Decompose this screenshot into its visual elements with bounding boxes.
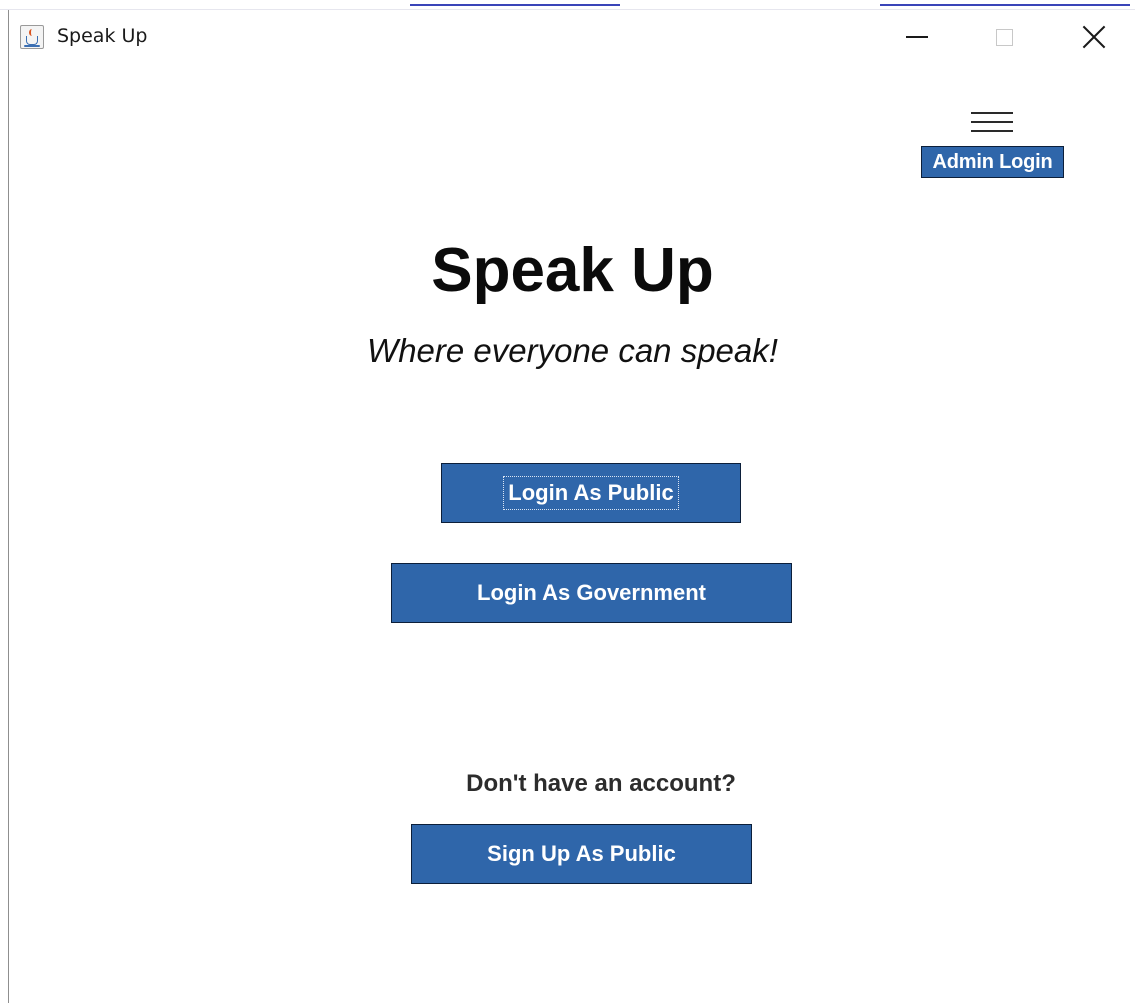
java-cup-icon [20,25,44,49]
maximize-button[interactable] [969,10,1039,64]
tagline: Where everyone can speak! [367,332,778,369]
page-title: Speak Up [431,236,714,305]
background-window-strip [0,0,1135,10]
background-window-underline [880,0,1130,6]
close-button[interactable] [1059,10,1129,64]
maximize-icon [995,28,1013,46]
login-as-public-label: Login As Public [503,476,679,510]
login-as-government-button[interactable]: Login As Government [391,563,792,623]
app-window: Speak Up Admin Login Speak Up Where ever… [8,10,1135,1003]
sign-up-as-public-button[interactable]: Sign Up As Public [411,824,752,884]
minimize-icon [906,36,928,38]
window-title: Speak Up [57,25,148,47]
minimize-button[interactable] [882,10,952,64]
admin-login-button[interactable]: Admin Login [921,146,1064,178]
background-window-underline [410,0,620,6]
hamburger-menu-icon[interactable] [969,108,1015,136]
title-bar: Speak Up [9,10,1135,64]
no-account-prompt: Don't have an account? [466,770,736,797]
close-icon [1082,25,1106,49]
login-as-public-button[interactable]: Login As Public [441,463,741,523]
